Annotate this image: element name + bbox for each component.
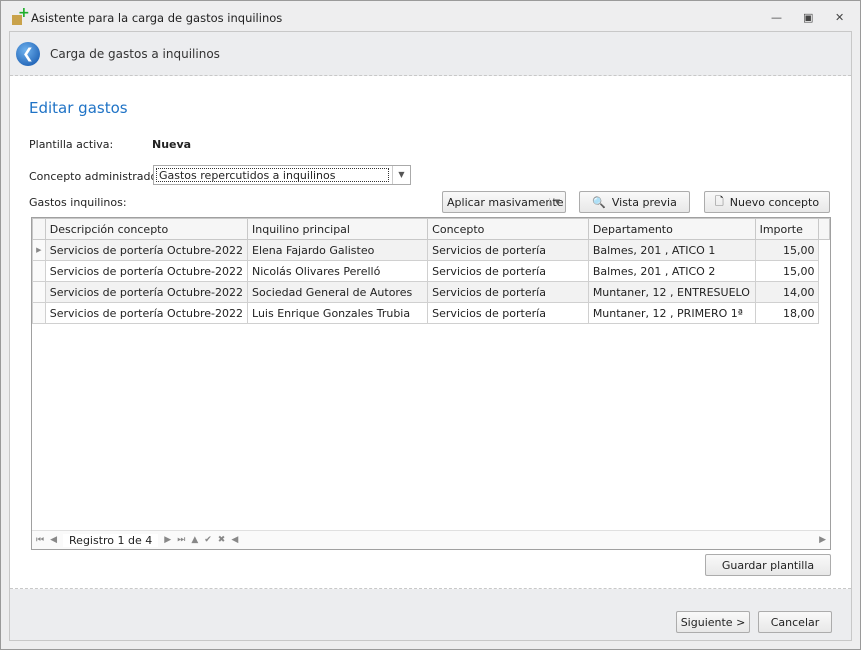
cell[interactable]: Muntaner, 12 , PRIMERO 1ª <box>587 302 756 324</box>
close-icon[interactable]: ✕ <box>835 11 844 24</box>
column-header-filler <box>818 218 830 240</box>
header-row: Descripción concepto Inquilino principal… <box>32 218 830 240</box>
nuevo-label: Nuevo concepto <box>729 195 820 209</box>
indicator-header <box>32 218 46 240</box>
cell[interactable]: Servicios de portería <box>427 239 589 261</box>
vista-label: Vista previa <box>611 195 677 209</box>
cell[interactable]: Servicios de portería Octubre-2022 <box>44 239 249 261</box>
cell[interactable]: Balmes, 201 , ATICO 2 <box>587 260 756 282</box>
app-icon <box>11 5 30 26</box>
cell[interactable]: Elena Fajardo Galisteo <box>247 239 429 261</box>
check-icon[interactable]: ✔ <box>204 535 212 545</box>
next-record-icon[interactable]: ▶ <box>164 535 171 545</box>
gastos-table: Descripción concepto Inquilino principal… <box>32 218 830 324</box>
cell[interactable]: 18,00 <box>754 302 820 324</box>
back-arrow-icon[interactable]: ❮ <box>16 41 40 66</box>
column-header[interactable]: Inquilino principal <box>247 218 429 240</box>
footer: Siguiente > Cancelar <box>10 589 851 640</box>
column-header[interactable]: Importe <box>754 218 820 240</box>
vista-previa-button[interactable]: 🔍 Vista previa <box>579 191 690 213</box>
cell[interactable]: Servicios de portería <box>427 260 589 282</box>
nuevo-concepto-button[interactable]: 🗋 Nuevo concepto <box>704 191 830 213</box>
table-row[interactable]: Servicios de portería Octubre-2022 Socied… <box>32 281 830 303</box>
header-title: Carga de gastos a inquilinos <box>50 46 220 61</box>
section-title: Editar gastos <box>29 99 128 117</box>
siguiente-label: Siguiente > <box>680 615 746 629</box>
last-record-icon[interactable]: ⏭ <box>177 535 185 545</box>
cell[interactable]: 15,00 <box>754 239 820 261</box>
concepto-admin-select[interactable]: Gastos repercutidos a inquilinos ▼ <box>153 165 411 185</box>
row-indicator <box>32 260 46 282</box>
aplicar-masivamente-button[interactable]: Aplicar masivamente ▼ <box>442 191 566 213</box>
table-row[interactable]: Servicios de portería Octubre-2022 Luis E… <box>32 302 830 324</box>
cell[interactable]: Servicios de portería <box>427 302 589 324</box>
up-icon[interactable]: ▲ <box>191 535 198 545</box>
wizard-header: ❮ Carga de gastos a inquilinos <box>10 32 851 76</box>
cell[interactable]: Servicios de portería Octubre-2022 <box>44 302 249 324</box>
column-header[interactable]: Concepto <box>427 218 589 240</box>
cell[interactable]: 15,00 <box>754 260 820 282</box>
row-indicator-icon: ▶ <box>32 239 46 261</box>
cell[interactable]: Sociedad General de Autores <box>247 281 429 303</box>
first-record-icon[interactable]: ⏮ <box>36 535 44 545</box>
table-row[interactable]: ▶ Servicios de portería Octubre-2022 Elen… <box>32 239 830 261</box>
scroll-left-icon[interactable]: ◀ <box>231 535 238 545</box>
siguiente-button[interactable]: Siguiente > <box>676 611 750 633</box>
document-icon: 🗋 <box>714 194 724 208</box>
gastos-grid: Descripción concepto Inquilino principal… <box>31 217 831 550</box>
cell[interactable]: Servicios de portería <box>427 281 589 303</box>
title-bar: Asistente para la carga de gastos inquil… <box>1 1 860 35</box>
cell[interactable]: Servicios de portería Octubre-2022 <box>44 281 249 303</box>
cancel-edit-icon[interactable]: ✖ <box>218 535 226 545</box>
concepto-admin-value: Gastos repercutidos a inquilinos <box>156 168 389 182</box>
column-header[interactable]: Descripción concepto <box>44 218 249 240</box>
cancelar-button[interactable]: Cancelar <box>758 611 832 633</box>
gastos-label: Gastos inquilinos: <box>29 196 127 209</box>
cell[interactable]: Balmes, 201 , ATICO 1 <box>587 239 756 261</box>
window-title: Asistente para la carga de gastos inquil… <box>31 11 283 25</box>
table-row[interactable]: Servicios de portería Octubre-2022 Nicolá… <box>32 260 830 282</box>
chevron-down-icon[interactable]: ▼ <box>549 198 565 206</box>
column-header[interactable]: Departamento <box>587 218 756 240</box>
cell[interactable]: Muntaner, 12 , ENTRESUELO <box>587 281 756 303</box>
plantilla-value: Nueva <box>152 138 192 151</box>
preview-icon: 🔍 <box>592 195 606 209</box>
prev-record-icon[interactable]: ◀ <box>50 535 57 545</box>
cell[interactable]: Luis Enrique Gonzales Trubia <box>247 302 429 324</box>
concepto-admin-label: Concepto administrador: <box>29 170 166 183</box>
maximize-icon[interactable]: ▣ <box>803 11 813 24</box>
scroll-right-icon[interactable]: ▶ <box>819 535 826 545</box>
plantilla-label: Plantilla activa: <box>29 138 114 151</box>
cell[interactable]: Servicios de portería Octubre-2022 <box>44 260 249 282</box>
row-indicator <box>32 302 46 324</box>
row-indicator <box>32 281 46 303</box>
wizard-window: Asistente para la carga de gastos inquil… <box>0 0 861 650</box>
minimize-icon[interactable]: — <box>771 11 782 24</box>
cell[interactable]: Nicolás Olivares Perelló <box>247 260 429 282</box>
cell[interactable]: 14,00 <box>754 281 820 303</box>
content-panel: ❮ Carga de gastos a inquilinos Editar ga… <box>9 31 852 641</box>
guardar-label: Guardar plantilla <box>721 558 815 572</box>
chevron-down-icon[interactable]: ▼ <box>392 166 410 184</box>
record-navigator: ⏮ ◀ Registro 1 de 4 ▶ ⏭ ▲ ✔ ✖ ◀ ▶ <box>32 530 830 549</box>
guardar-plantilla-button[interactable]: Guardar plantilla <box>705 554 831 576</box>
record-text: Registro 1 de 4 <box>63 533 159 547</box>
cancelar-label: Cancelar <box>770 615 820 629</box>
aplicar-label: Aplicar masivamente <box>447 195 564 209</box>
